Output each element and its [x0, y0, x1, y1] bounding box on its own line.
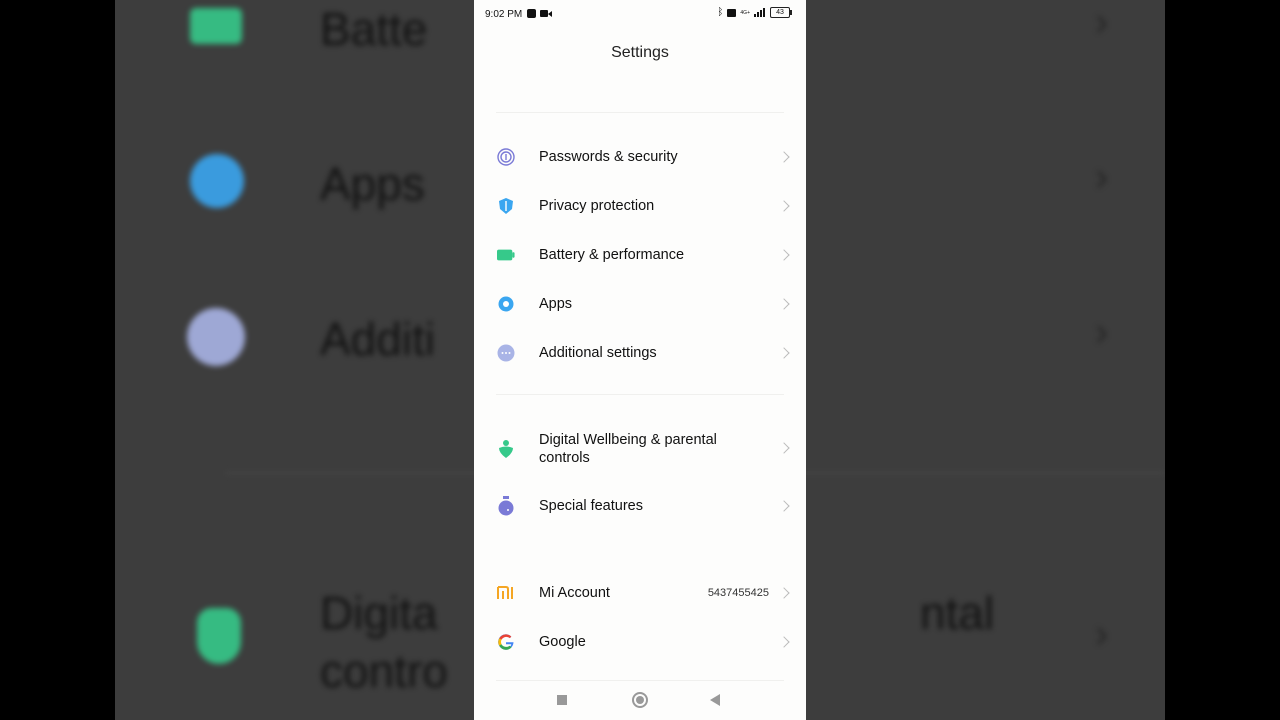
navigation-bar [474, 680, 806, 720]
divider [496, 394, 784, 395]
battery-icon [497, 246, 515, 264]
home-button[interactable] [632, 692, 648, 708]
notification-icon [527, 9, 536, 18]
settings-item-privacy-protection[interactable]: Privacy protection [474, 196, 806, 216]
chevron-right-icon [778, 587, 790, 599]
settings-item-label: Additional settings [539, 345, 657, 361]
more-dots-icon [497, 344, 515, 362]
divider [496, 112, 784, 113]
settings-item-google[interactable]: Google [474, 632, 806, 652]
settings-item-label: Google [539, 634, 586, 650]
status-bar: 9:02 PM ᛒ 4G+ 43 [474, 0, 806, 30]
mi-logo-icon [497, 584, 515, 602]
privacy-shield-icon [497, 197, 515, 215]
hd-icon [727, 8, 737, 17]
fingerprint-icon [497, 148, 515, 166]
gear-icon [497, 295, 515, 313]
chevron-right-icon [778, 249, 790, 261]
background-text: Additi [320, 313, 436, 365]
wellbeing-heart-icon [197, 608, 241, 664]
settings-item-battery-performance[interactable]: Battery & performance [474, 245, 806, 265]
bluetooth-icon: ᛒ [717, 7, 724, 18]
settings-item-label-line2: controls [539, 450, 590, 466]
network-type: 4G+ [740, 9, 750, 16]
chevron-right-icon [778, 200, 790, 212]
settings-item-additional-settings[interactable]: Additional settings [474, 343, 806, 363]
settings-item-mi-account[interactable]: Mi Account 5437455425 [474, 583, 806, 603]
background-text: Batte [320, 3, 428, 55]
recents-button[interactable] [557, 695, 567, 705]
background-text: Digita [320, 587, 438, 639]
chevron-right-icon: › [1095, 612, 1109, 656]
more-dots-icon [187, 308, 245, 366]
settings-item-label: Passwords & security [539, 149, 678, 165]
settings-item-passwords-security[interactable]: Passwords & security [474, 147, 806, 167]
settings-item-label: Special features [539, 498, 643, 514]
settings-item-label: Privacy protection [539, 198, 655, 214]
back-button[interactable] [710, 694, 720, 706]
battery-level: 43 [770, 7, 792, 18]
chevron-right-icon [778, 151, 790, 163]
page-title: Settings [611, 44, 669, 61]
settings-item-label: Battery & performance [539, 247, 685, 263]
settings-item-digital-wellbeing[interactable]: Digital Wellbeing & parental controls [474, 430, 806, 468]
settings-item-label: Apps [539, 296, 573, 312]
status-time: 9:02 PM [485, 9, 523, 20]
background-text: Apps [320, 158, 425, 210]
chevron-right-icon: › [1095, 155, 1109, 199]
google-icon [497, 633, 515, 651]
gear-icon [190, 154, 244, 208]
battery-icon [190, 8, 242, 44]
chevron-right-icon: › [1095, 310, 1109, 354]
background-text: contro [320, 645, 448, 697]
chevron-right-icon [778, 298, 790, 310]
account-id: 5437455425 [707, 587, 769, 599]
chevron-right-icon: › [1095, 0, 1109, 44]
settings-item-label-line1: Digital Wellbeing & parental [539, 432, 717, 448]
settings-item-apps[interactable]: Apps [474, 294, 806, 314]
chevron-right-icon [778, 500, 790, 512]
settings-screen: 9:02 PM ᛒ 4G+ 43 Settings Passwords & se… [474, 0, 806, 720]
settings-item-special-features[interactable]: Special features [474, 496, 806, 516]
chevron-right-icon [778, 347, 790, 359]
background-text: ntal [920, 587, 995, 639]
chevron-right-icon [778, 442, 790, 454]
video-camera-icon [540, 10, 552, 17]
settings-item-label: Mi Account [539, 585, 610, 601]
chevron-right-icon [778, 636, 790, 648]
wellbeing-heart-icon [497, 440, 515, 458]
flask-icon [497, 496, 515, 516]
signal-icon [754, 8, 765, 17]
